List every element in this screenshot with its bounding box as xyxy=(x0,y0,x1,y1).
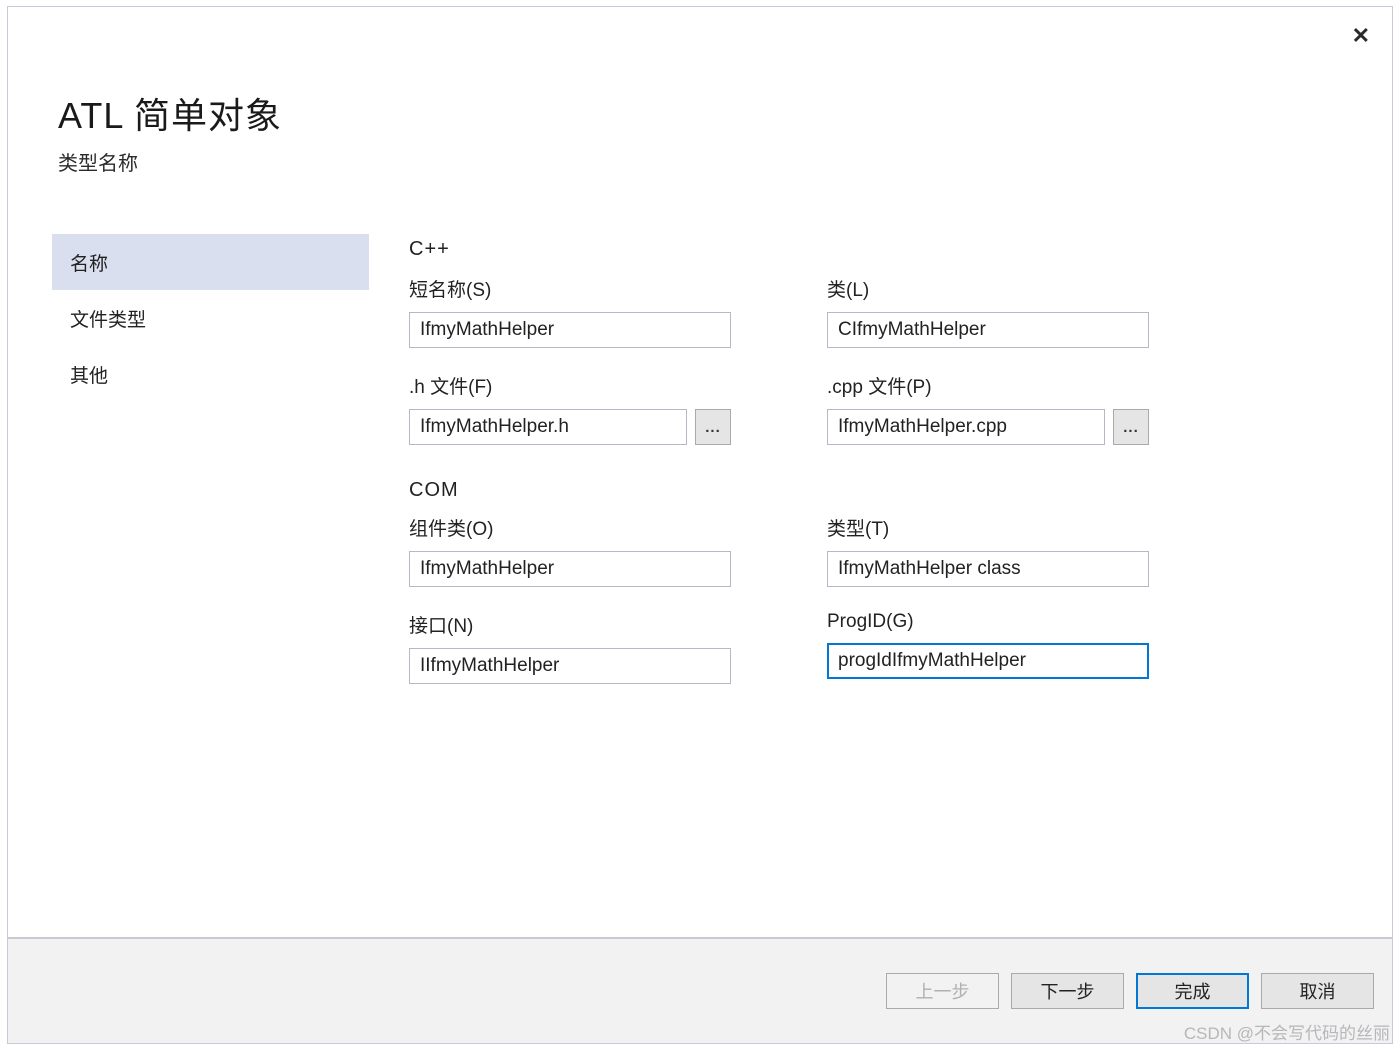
short-name-input[interactable] xyxy=(409,312,731,348)
dialog: ✕ ATL 简单对象 类型名称 名称 文件类型 其他 C++ 短名称(S) xyxy=(7,6,1393,938)
sidebar-item-label: 文件类型 xyxy=(70,305,146,332)
close-icon[interactable]: ✕ xyxy=(1352,25,1370,47)
progid-input[interactable] xyxy=(827,643,1149,679)
page-title: ATL 简单对象 xyxy=(58,87,1392,139)
type-label: 类型(T) xyxy=(827,514,1149,541)
row-shortname-class: 短名称(S) 类(L) xyxy=(409,275,1272,348)
next-button[interactable]: 下一步 xyxy=(1011,973,1124,1009)
page-subtitle: 类型名称 xyxy=(58,147,1392,176)
interface-input[interactable] xyxy=(409,648,731,684)
field-short-name: 短名称(S) xyxy=(409,275,731,348)
prev-button: 上一步 xyxy=(886,973,999,1009)
progid-label: ProgID(G) xyxy=(827,611,1149,633)
coclass-input[interactable] xyxy=(409,551,731,587)
interface-label: 接口(N) xyxy=(409,611,731,638)
form: C++ 短名称(S) 类(L) .h 文件(F) xyxy=(369,234,1392,708)
short-name-label: 短名称(S) xyxy=(409,275,731,302)
sidebar-item-filetype[interactable]: 文件类型 xyxy=(52,290,369,346)
field-h-file: .h 文件(F) ... xyxy=(409,372,731,445)
section-cpp: C++ xyxy=(409,238,1272,261)
h-file-label: .h 文件(F) xyxy=(409,372,731,399)
finish-button[interactable]: 完成 xyxy=(1136,973,1249,1009)
row-coclass-type: 组件类(O) 类型(T) xyxy=(409,514,1272,587)
dialog-footer: 上一步 下一步 完成 取消 xyxy=(7,938,1393,1044)
field-interface: 接口(N) xyxy=(409,611,731,684)
field-class: 类(L) xyxy=(827,275,1149,348)
sidebar-item-label: 其他 xyxy=(70,361,108,388)
cpp-file-browse-button[interactable]: ... xyxy=(1113,409,1149,445)
sidebar-item-name[interactable]: 名称 xyxy=(52,234,369,290)
dialog-body: 名称 文件类型 其他 C++ 短名称(S) 类(L) xyxy=(8,234,1392,708)
section-com: COM xyxy=(409,479,1272,502)
field-type: 类型(T) xyxy=(827,514,1149,587)
cpp-file-label: .cpp 文件(P) xyxy=(827,372,1149,399)
cancel-button[interactable]: 取消 xyxy=(1261,973,1374,1009)
dialog-header: ATL 简单对象 类型名称 xyxy=(8,7,1392,176)
class-label: 类(L) xyxy=(827,275,1149,302)
h-file-input[interactable] xyxy=(409,409,687,445)
class-input[interactable] xyxy=(827,312,1149,348)
row-hfile-cppfile: .h 文件(F) ... .cpp 文件(P) ... xyxy=(409,372,1272,445)
field-cpp-file: .cpp 文件(P) ... xyxy=(827,372,1149,445)
sidebar-item-other[interactable]: 其他 xyxy=(52,346,369,402)
row-interface-progid: 接口(N) ProgID(G) xyxy=(409,611,1272,684)
type-input[interactable] xyxy=(827,551,1149,587)
cpp-file-input[interactable] xyxy=(827,409,1105,445)
field-coclass: 组件类(O) xyxy=(409,514,731,587)
h-file-browse-button[interactable]: ... xyxy=(695,409,731,445)
sidebar: 名称 文件类型 其他 xyxy=(52,234,369,708)
coclass-label: 组件类(O) xyxy=(409,514,731,541)
sidebar-item-label: 名称 xyxy=(70,249,108,276)
field-progid: ProgID(G) xyxy=(827,611,1149,684)
